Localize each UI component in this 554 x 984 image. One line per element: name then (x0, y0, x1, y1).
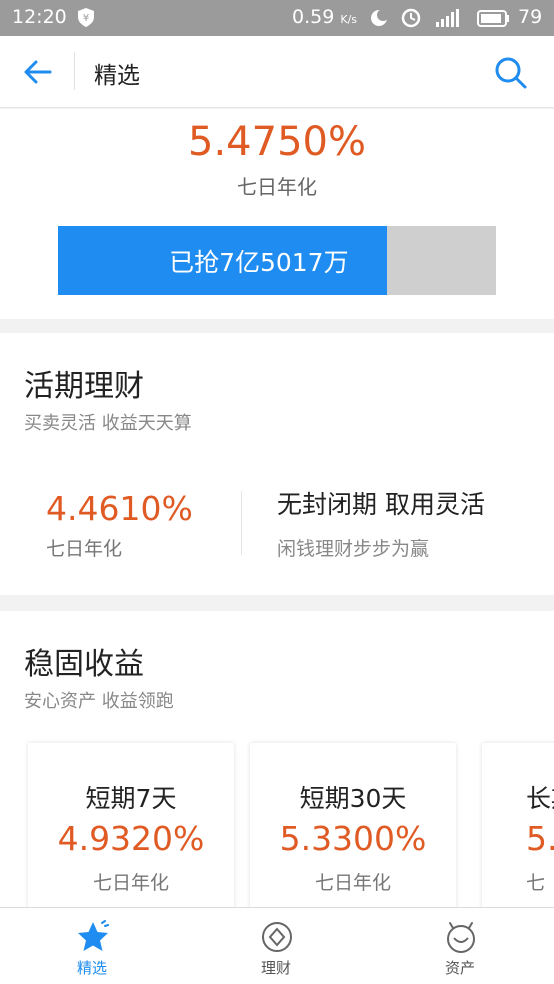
featured-card[interactable]: 5.4750% 七日年化 已抢7亿5017万 (0, 109, 554, 319)
product-name: 短期7天 (85, 784, 177, 813)
signal-icon (436, 9, 459, 27)
battery-icon (477, 10, 509, 27)
back-arrow-icon[interactable] (22, 56, 54, 88)
sales-progress-text: 已抢7亿5017万 (169, 248, 349, 277)
svg-text:¥: ¥ (83, 13, 89, 24)
product-rate: 5.3300% (279, 819, 427, 858)
product-name: 短期30天 (299, 784, 407, 813)
search-icon[interactable] (492, 54, 528, 90)
product-rate-label: 七 (526, 872, 546, 894)
network-speed: 0.59 K/s (292, 6, 357, 28)
nav-wealth[interactable]: 理财 (216, 908, 336, 984)
featured-rate: 5.4750% (188, 119, 366, 165)
nav-assets[interactable]: 资产 (400, 908, 520, 984)
demand-rate-label: 七日年化 (46, 538, 123, 560)
wealth-icon (262, 922, 292, 952)
app-header: 精选 (0, 36, 554, 108)
alarm-icon (401, 8, 421, 28)
product-rate: 5.4 (526, 819, 554, 858)
nav-label: 理财 (260, 959, 291, 977)
shield-yen-icon: ¥ (78, 8, 94, 27)
stable-subtitle: 安心资产 收益领跑 (24, 691, 174, 712)
battery-level: 79 (518, 6, 543, 28)
demand-subtitle: 买卖灵活 收益天天算 (24, 413, 192, 434)
status-bar: 12:20 ¥ 0.59 K/s 79 (0, 0, 554, 36)
demand-section[interactable]: 活期理财 买卖灵活 收益天天算 4.4610% 七日年化 无封闭期 取用灵活 闲… (0, 333, 554, 595)
page-title: 精选 (94, 63, 140, 89)
assets-icon (447, 922, 475, 953)
product-name: 长期 (526, 784, 554, 813)
product-rate: 4.9320% (57, 819, 205, 858)
product-rate-label: 七日年化 (314, 872, 391, 894)
moon-icon (371, 9, 389, 26)
featured-rate-label: 七日年化 (237, 175, 317, 199)
demand-feature-title: 无封闭期 取用灵活 (277, 490, 485, 519)
header-divider (74, 52, 75, 90)
nav-label: 资产 (444, 959, 475, 977)
bottom-nav: 精选 理财 资产 (0, 907, 554, 984)
network-speed-value: 0.59 (292, 6, 335, 28)
network-speed-unit: K/s (340, 13, 358, 26)
stable-title: 稳固收益 (24, 647, 144, 682)
sales-progress-bar: 已抢7亿5017万 (58, 226, 496, 295)
demand-feature-subtitle: 闲钱理财步步为赢 (277, 538, 430, 560)
star-icon (78, 920, 109, 951)
stable-section: 稳固收益 安心资产 收益领跑 短期7天 4.9320% 七日年化 短期30天 5… (0, 611, 554, 911)
product-card-30day[interactable]: 短期30天 5.3300% 七日年化 (250, 743, 456, 911)
product-rate-label: 七日年化 (92, 872, 169, 894)
nav-featured[interactable]: 精选 (32, 908, 152, 984)
status-icons (371, 8, 509, 28)
product-card-7day[interactable]: 短期7天 4.9320% 七日年化 (28, 743, 234, 911)
demand-divider (241, 491, 242, 555)
demand-rate: 4.4610% (46, 489, 193, 528)
demand-title: 活期理财 (24, 369, 144, 404)
nav-label: 精选 (76, 959, 107, 977)
status-time: 12:20 (12, 6, 67, 28)
product-card-long[interactable]: 长期 5.4 七 (482, 743, 554, 911)
